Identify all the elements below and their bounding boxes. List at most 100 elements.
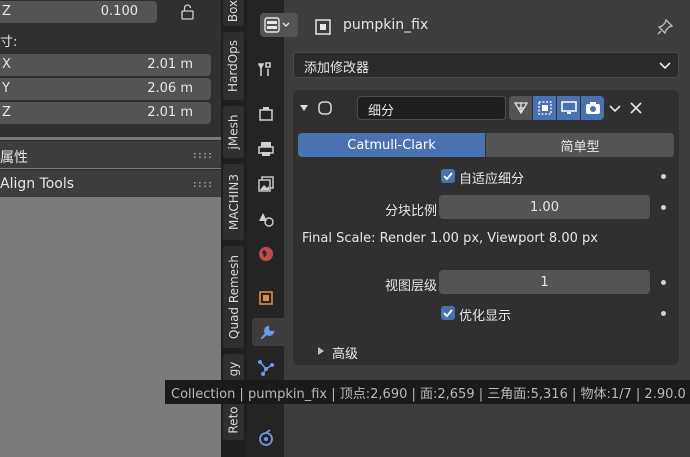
dimension-x-value: 2.01 m (147, 57, 193, 72)
optimal-display-label: 优化显示 (459, 309, 512, 324)
subdivision-modifier-icon (318, 101, 332, 115)
chevron-down-icon (659, 62, 671, 70)
physics-icon (259, 429, 273, 446)
simple-button[interactable]: 简单型 (486, 133, 674, 157)
keyframe-dot-icon[interactable] (661, 174, 666, 179)
dimension-z-axis: Z (2, 105, 11, 120)
subdivision-modifier-panel: 细分 Catmull-Clark 简单型 自适应细分 分块比例 1.00 Fin… (293, 90, 679, 365)
dimension-y-value: 2.06 m (147, 81, 193, 96)
camera-icon (585, 102, 600, 114)
expand-triangle-icon[interactable] (317, 346, 325, 356)
optimal-display-checkbox[interactable] (441, 306, 455, 320)
scene-tab[interactable] (252, 205, 280, 233)
keyframe-dot-icon[interactable] (661, 280, 666, 285)
tab-retopology-label: gy (226, 361, 241, 377)
view-layer-tab[interactable] (252, 170, 280, 198)
object-icon (315, 19, 331, 35)
tab-machin3[interactable]: MACHIN3 (223, 164, 244, 240)
dimension-x-axis: X (2, 57, 11, 72)
output-tab[interactable] (252, 135, 280, 163)
physics-tab[interactable] (252, 424, 280, 452)
properties-panel-header[interactable]: 属性 :::: (0, 140, 221, 168)
adaptive-subdivision-label: 自适应细分 (459, 172, 525, 187)
dimension-z-field[interactable]: Z 2.01 m (0, 102, 211, 124)
scale-z-value: 0.100 (100, 4, 138, 19)
viewport-toggle[interactable] (557, 96, 580, 120)
simple-label: 简单型 (560, 139, 600, 155)
advanced-subpanel-label[interactable]: 高级 (332, 343, 358, 362)
image-icon (258, 176, 274, 192)
tab-quad-remesh[interactable]: Quad Remesh (223, 246, 244, 348)
modifier-name: 细分 (368, 104, 395, 119)
modifier-header: 细分 (293, 90, 679, 124)
tab-box[interactable]: Box (223, 0, 244, 26)
catmull-clark-button[interactable]: Catmull-Clark (298, 133, 485, 157)
printer-icon (258, 142, 274, 156)
status-bar: Collection | pumpkin_fix | 顶点:2,690 | 面:… (165, 380, 690, 404)
keyframe-dot-icon[interactable] (661, 311, 666, 316)
close-icon[interactable] (629, 101, 643, 115)
pin-icon[interactable] (656, 18, 674, 36)
viewport-levels-field[interactable]: 1 (439, 270, 650, 294)
render-tab[interactable] (252, 100, 280, 128)
tab-mesh[interactable]: jMesh (223, 106, 244, 158)
drag-handle-icon[interactable]: :::: (192, 179, 213, 190)
checkmark-icon (443, 309, 453, 318)
keyframe-dot-icon[interactable] (661, 205, 666, 210)
on-cage-toggle[interactable] (509, 96, 532, 120)
cage-icon (513, 102, 528, 115)
dimensions-label: 寸: (0, 35, 18, 50)
render-toggle[interactable] (581, 96, 604, 120)
tab-hardops[interactable]: HardOps (223, 32, 244, 100)
scale-z-field[interactable]: Z 0.100 (0, 1, 157, 23)
tab-hardops-label: HardOps (226, 39, 241, 93)
particles-icon (258, 360, 274, 376)
edit-mode-icon (537, 101, 552, 115)
dicing-rate-field[interactable]: 1.00 (439, 195, 650, 219)
viewport-levels-value: 1 (540, 274, 549, 290)
dimension-y-field[interactable]: Y 2.06 m (0, 78, 211, 100)
editor-type-button[interactable] (260, 13, 298, 37)
world-tab[interactable] (252, 240, 280, 268)
dimension-z-value: 2.01 m (147, 105, 193, 120)
dimension-y-axis: Y (2, 81, 10, 96)
edit-mode-toggle[interactable] (533, 96, 556, 120)
dimension-x-field[interactable]: X 2.01 m (0, 54, 211, 76)
chevron-down-icon[interactable] (607, 100, 623, 116)
tool-tab[interactable] (252, 55, 280, 83)
modifier-name-field[interactable]: 细分 (357, 96, 506, 120)
particles-tab[interactable] (252, 354, 280, 382)
adaptive-subdivision-checkbox[interactable] (441, 169, 455, 183)
dicing-rate-label: 分块比例 (384, 204, 437, 219)
tab-quad-remesh-label: Quad Remesh (226, 255, 241, 339)
add-modifier-label: 添加修改器 (304, 61, 370, 76)
tab-box-label: Box (226, 0, 241, 23)
scene-icon (259, 213, 274, 227)
properties-header: pumpkin_fix (260, 0, 690, 38)
monitor-icon (560, 101, 577, 114)
catmull-clark-label: Catmull-Clark (347, 137, 436, 153)
viewport-levels-label: 视图层级 (384, 279, 437, 294)
editor-type-icon (264, 17, 290, 33)
world-icon (259, 247, 273, 261)
tool-icon (257, 62, 271, 76)
scale-z-axis: Z (2, 4, 11, 19)
object-icon (259, 291, 273, 305)
drag-handle-icon[interactable]: :::: (192, 150, 213, 161)
modifier-tab[interactable] (252, 318, 284, 346)
tab-machin3-label: MACHIN3 (226, 174, 241, 230)
tab-retopology-lower[interactable]: Reto (223, 400, 244, 440)
lock-icon[interactable] (178, 2, 198, 22)
transform-panel: Z 0.100 寸: X 2.01 m Y 2.06 m Z 2.01 m (0, 0, 221, 137)
align-tools-panel-header[interactable]: Align Tools :::: (0, 169, 221, 197)
align-tools-panel-title: Align Tools (0, 176, 75, 192)
add-modifier-dropdown[interactable]: 添加修改器 (293, 52, 679, 78)
object-name: pumpkin_fix (343, 17, 429, 33)
tab-mesh-label: jMesh (226, 114, 241, 150)
wrench-icon (260, 325, 275, 340)
dicing-rate-value: 1.00 (530, 199, 559, 215)
object-tab[interactable] (252, 284, 280, 312)
collapse-triangle-icon[interactable] (299, 103, 309, 113)
properties-panel-title: 属性 (0, 150, 28, 166)
tab-retopology-lower-label: Reto (226, 406, 241, 434)
